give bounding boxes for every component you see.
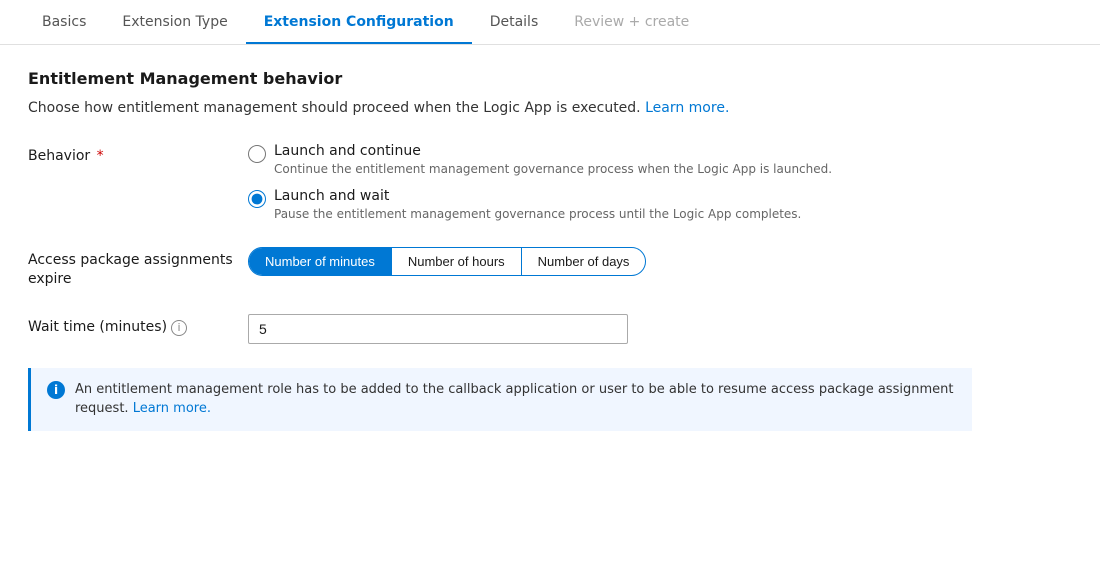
section-title: Entitlement Management behavior	[28, 69, 972, 88]
access-expire-control: Number of minutes Number of hours Number…	[248, 247, 972, 276]
tab-extension-type[interactable]: Extension Type	[104, 0, 245, 44]
radio-launch-wait-desc: Pause the entitlement management governa…	[274, 206, 801, 223]
tab-extension-configuration[interactable]: Extension Configuration	[246, 0, 472, 44]
wait-time-input[interactable]	[248, 314, 628, 344]
seg-btn-days[interactable]: Number of days	[522, 248, 646, 275]
radio-launch-wait-label: Launch and wait Pause the entitlement ma…	[274, 188, 801, 223]
wait-time-info-icon[interactable]: i	[171, 320, 187, 336]
radio-launch-wait-title: Launch and wait	[274, 188, 801, 204]
tab-review-create: Review + create	[556, 0, 707, 44]
radio-launch-continue-input[interactable]	[248, 145, 266, 163]
access-expire-label: Access package assignments expire	[28, 247, 248, 290]
radio-launch-continue[interactable]: Launch and continue Continue the entitle…	[248, 143, 972, 178]
seg-btn-minutes[interactable]: Number of minutes	[249, 248, 392, 275]
info-banner-icon: i	[47, 381, 65, 399]
behavior-radio-group: Launch and continue Continue the entitle…	[248, 143, 972, 223]
wait-time-label-inner: Wait time (minutes) i	[28, 318, 187, 338]
seg-btn-hours[interactable]: Number of hours	[392, 248, 522, 275]
tab-basics[interactable]: Basics	[24, 0, 104, 44]
radio-launch-continue-title: Launch and continue	[274, 143, 832, 159]
wait-time-row: Wait time (minutes) i	[28, 314, 972, 344]
behavior-row: Behavior * Launch and continue Continue …	[28, 143, 972, 223]
tab-details[interactable]: Details	[472, 0, 557, 44]
wait-time-label: Wait time (minutes) i	[28, 314, 248, 338]
radio-launch-continue-desc: Continue the entitlement management gove…	[274, 161, 832, 178]
info-banner-learn-more-link[interactable]: Learn more.	[133, 401, 211, 416]
info-banner-text: An entitlement management role has to be…	[75, 380, 956, 419]
description-learn-more-link[interactable]: Learn more.	[645, 100, 729, 116]
wizard-tabs: Basics Extension Type Extension Configur…	[0, 0, 1100, 45]
radio-launch-continue-label: Launch and continue Continue the entitle…	[274, 143, 832, 178]
behavior-label: Behavior *	[28, 143, 248, 167]
description-text: Choose how entitlement management should…	[28, 100, 641, 116]
radio-launch-wait[interactable]: Launch and wait Pause the entitlement ma…	[248, 188, 972, 223]
behavior-control: Launch and continue Continue the entitle…	[248, 143, 972, 223]
expire-segmented-group: Number of minutes Number of hours Number…	[248, 247, 646, 276]
info-banner: i An entitlement management role has to …	[28, 368, 972, 431]
section-description: Choose how entitlement management should…	[28, 98, 972, 119]
access-expire-row: Access package assignments expire Number…	[28, 247, 972, 290]
radio-launch-wait-input[interactable]	[248, 190, 266, 208]
main-content: Entitlement Management behavior Choose h…	[0, 45, 1000, 455]
required-marker: *	[92, 148, 103, 164]
wait-time-control	[248, 314, 972, 344]
